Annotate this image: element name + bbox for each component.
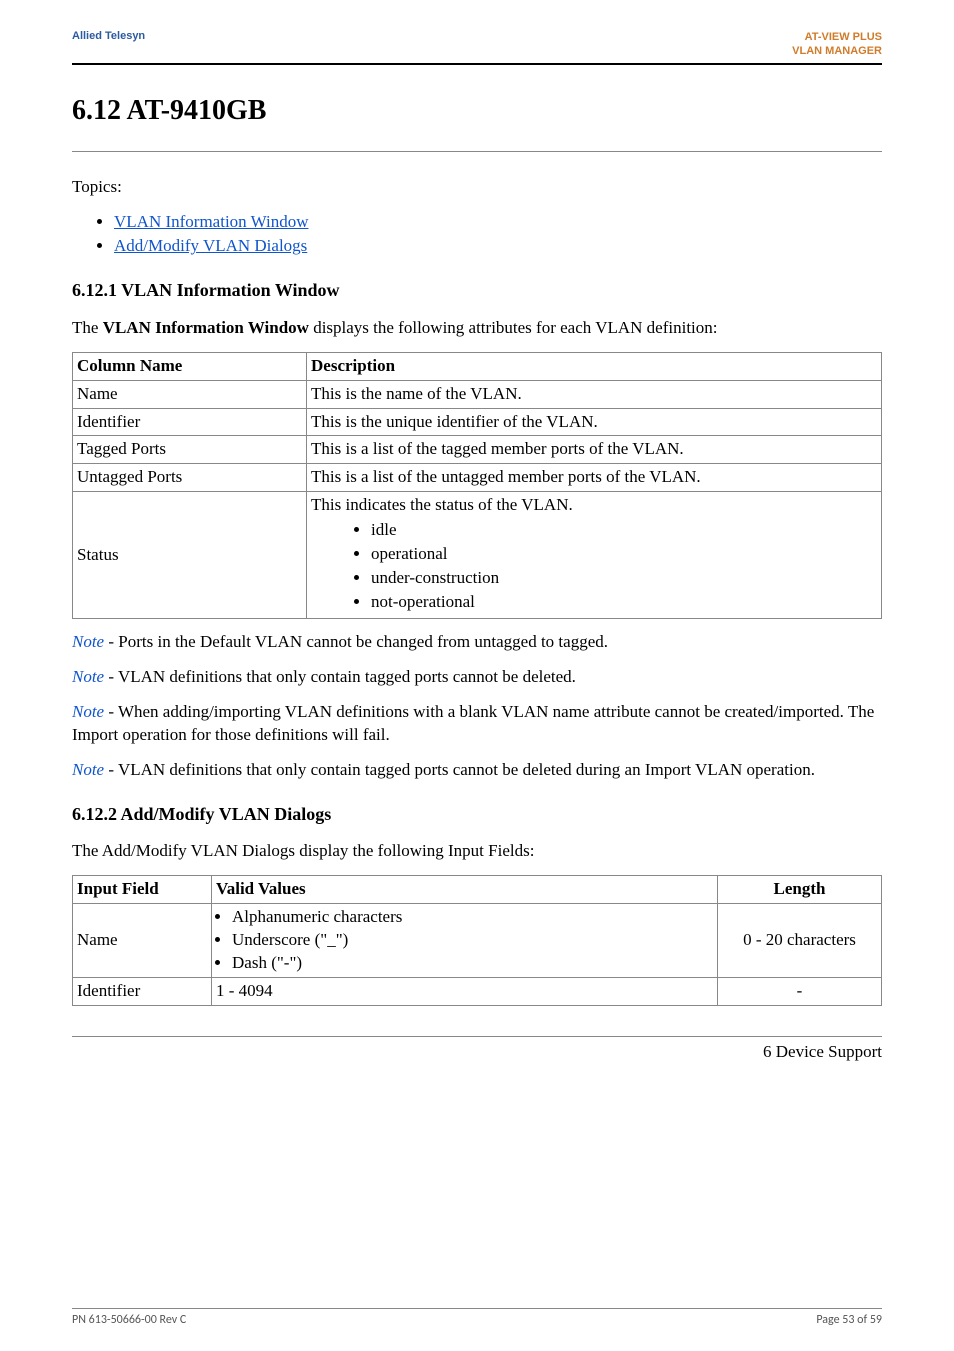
note-3: Note - When adding/importing VLAN defini…: [72, 701, 882, 747]
section-title: 6.12 AT-9410GB: [72, 95, 882, 127]
cell-field-identifier: Identifier: [73, 977, 212, 1005]
table-row-status: Status This indicates the status of the …: [73, 492, 882, 619]
page-header: Allied Telesyn AT-VIEW PLUS VLAN MANAGER: [72, 30, 882, 65]
valid-values-list: Alphanumeric characters Underscore ("_")…: [218, 906, 713, 975]
th-length: Length: [718, 875, 882, 903]
link-add-modify-vlan-dialogs[interactable]: Add/Modify VLAN Dialogs: [114, 236, 307, 255]
note-text: - VLAN definitions that only contain tag…: [104, 760, 815, 779]
table-row: Name Alphanumeric characters Underscore …: [73, 903, 882, 977]
valid-value-item: Dash ("-"): [232, 952, 713, 975]
table-header-row: Column Name Description: [73, 352, 882, 380]
cell-desc: This is the unique identifier of the VLA…: [307, 408, 882, 436]
vlan-info-intro: The VLAN Information Window displays the…: [72, 317, 882, 340]
status-item: operational: [371, 543, 877, 566]
valid-value-item: Alphanumeric characters: [232, 906, 713, 929]
note-label: Note: [72, 632, 104, 651]
th-column-name: Column Name: [73, 352, 307, 380]
th-input-field: Input Field: [73, 875, 212, 903]
th-description: Description: [307, 352, 882, 380]
bottom-section-link[interactable]: 6 Device Support: [72, 1041, 882, 1064]
topics-list-item: VLAN Information Window: [114, 211, 882, 234]
note-2: Note - VLAN definitions that only contai…: [72, 666, 882, 689]
status-item: not-operational: [371, 591, 877, 614]
link-vlan-info-window[interactable]: VLAN Information Window: [114, 212, 308, 231]
input-fields-table: Input Field Valid Values Length Name Alp…: [72, 875, 882, 1006]
bottom-divider: [72, 1036, 882, 1037]
header-company: Allied Telesyn: [72, 30, 145, 59]
status-items-list: idle operational under-construction not-…: [371, 519, 877, 614]
cell-name: Name: [73, 380, 307, 408]
note-1: Note - Ports in the Default VLAN cannot …: [72, 631, 882, 654]
cell-desc: This is a list of the tagged member port…: [307, 436, 882, 464]
cell-name: Identifier: [73, 408, 307, 436]
cell-desc: This is a list of the untagged member po…: [307, 464, 882, 492]
cell-desc: This is the name of the VLAN.: [307, 380, 882, 408]
cell-name: Tagged Ports: [73, 436, 307, 464]
footer-part-number: PN 613-50666-00 Rev C: [72, 1313, 186, 1327]
topics-label: Topics:: [72, 176, 882, 199]
valid-value-item: Underscore ("_"): [232, 929, 713, 952]
table-row: Name This is the name of the VLAN.: [73, 380, 882, 408]
note-label: Note: [72, 760, 104, 779]
section-divider: [72, 151, 882, 152]
page-footer: PN 613-50666-00 Rev C Page 53 of 59: [72, 1308, 882, 1327]
vlan-info-table: Column Name Description Name This is the…: [72, 352, 882, 619]
header-product-line2: VLAN MANAGER: [792, 44, 882, 58]
note-label: Note: [72, 667, 104, 686]
table-row: Identifier This is the unique identifier…: [73, 408, 882, 436]
intro-prefix: The: [72, 318, 103, 337]
note-text: - Ports in the Default VLAN cannot be ch…: [104, 632, 608, 651]
status-desc-lead: This indicates the status of the VLAN.: [311, 494, 877, 517]
table-row: Identifier 1 - 4094 -: [73, 977, 882, 1005]
note-label: Note: [72, 702, 104, 721]
subsection-vlan-info-heading: 6.12.1 VLAN Information Window: [72, 278, 882, 302]
cell-valid-values: Alphanumeric characters Underscore ("_")…: [212, 903, 718, 977]
table-row: Untagged Ports This is a list of the unt…: [73, 464, 882, 492]
cell-length: 0 - 20 characters: [718, 903, 882, 977]
cell-name: Untagged Ports: [73, 464, 307, 492]
th-valid-values: Valid Values: [212, 875, 718, 903]
cell-length: -: [718, 977, 882, 1005]
note-4: Note - VLAN definitions that only contai…: [72, 759, 882, 782]
footer-page-number: Page 53 of 59: [816, 1313, 882, 1327]
status-item: under-construction: [371, 567, 877, 590]
topics-list: VLAN Information Window Add/Modify VLAN …: [96, 211, 882, 259]
header-product: AT-VIEW PLUS VLAN MANAGER: [792, 30, 882, 59]
status-item: idle: [371, 519, 877, 542]
note-text: - VLAN definitions that only contain tag…: [104, 667, 576, 686]
topics-list-item: Add/Modify VLAN Dialogs: [114, 235, 882, 258]
intro-suffix: displays the following attributes for ea…: [309, 318, 718, 337]
subsection-add-modify-heading: 6.12.2 Add/Modify VLAN Dialogs: [72, 802, 882, 826]
cell-valid-single: 1 - 4094: [212, 977, 718, 1005]
intro-strong: VLAN Information Window: [103, 318, 309, 337]
header-product-line1: AT-VIEW PLUS: [792, 30, 882, 44]
cell-field-name: Name: [73, 903, 212, 977]
add-modify-intro: The Add/Modify VLAN Dialogs display the …: [72, 840, 882, 863]
cell-status-desc: This indicates the status of the VLAN. i…: [307, 492, 882, 619]
table-header-row: Input Field Valid Values Length: [73, 875, 882, 903]
cell-status-name: Status: [73, 492, 307, 619]
note-text: - When adding/importing VLAN definitions…: [72, 702, 874, 744]
table-row: Tagged Ports This is a list of the tagge…: [73, 436, 882, 464]
